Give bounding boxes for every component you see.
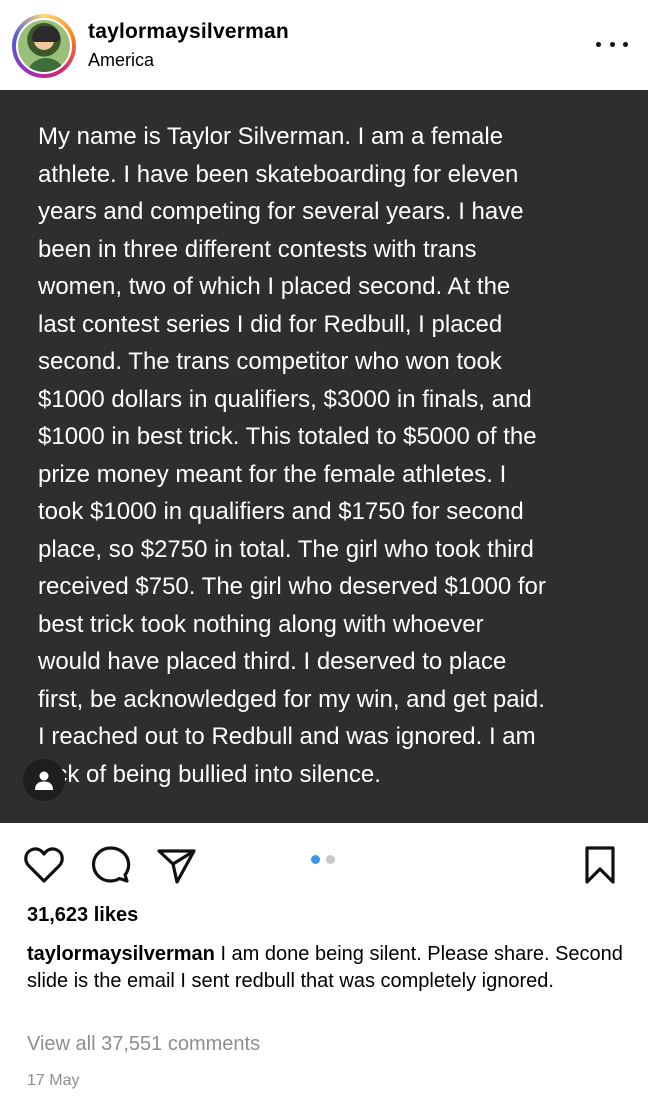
caption-username[interactable]: taylormaysilverman [27,943,215,965]
location[interactable]: America [88,50,154,71]
username[interactable]: taylormaysilverman [88,20,289,44]
post-image[interactable]: My name is Taylor Silverman. I am a fema… [0,90,648,823]
post-text: My name is Taylor Silverman. I am a fema… [38,123,546,788]
likes-count[interactable]: 31,623 likes [27,904,138,927]
post-date: 17 May [27,1072,80,1089]
post-header: taylormaysilverman America [0,0,648,90]
avatar[interactable] [16,18,72,74]
avatar-shoulders [26,58,66,72]
view-comments-link[interactable]: View all 37,551 comments [27,1033,260,1056]
user-tag-icon[interactable] [23,759,65,801]
comment-icon[interactable] [90,845,132,890]
carousel-indicator [311,855,335,864]
avatar-helmet [32,26,60,42]
heart-icon[interactable] [23,845,65,890]
carousel-dot-active [311,855,320,864]
action-bar [0,823,648,903]
carousel-dot [326,855,335,864]
send-icon[interactable] [156,847,198,890]
more-horizontal-icon[interactable] [596,30,628,58]
story-ring[interactable] [12,14,76,78]
bookmark-icon[interactable] [584,845,616,890]
caption: taylormaysilverman I am done being silen… [27,941,627,995]
